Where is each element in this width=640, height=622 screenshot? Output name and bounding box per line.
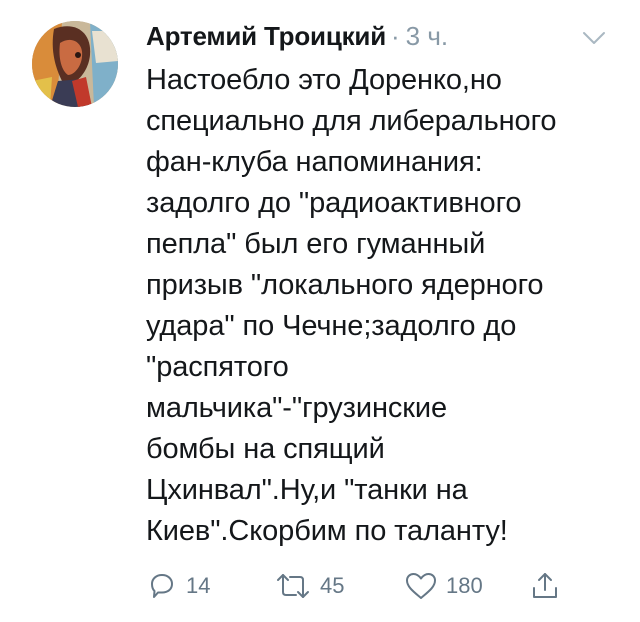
like-button[interactable]: 180 (404, 566, 483, 606)
avatar-image (32, 21, 118, 107)
retweet-count: 45 (320, 573, 345, 598)
share-icon (533, 573, 557, 598)
retweet-icon (277, 574, 309, 598)
reply-icon (151, 574, 173, 598)
heart-icon (406, 573, 436, 599)
avatar[interactable] (32, 21, 118, 107)
tweet-header: Артемий Троицкий · 3 ч. (146, 12, 616, 60)
share-button[interactable] (530, 566, 560, 606)
retweet-button[interactable]: 45 (274, 566, 344, 606)
author-name[interactable]: Артемий Троицкий (146, 21, 386, 52)
like-count: 180 (446, 573, 483, 598)
tweet-actions: 14 45 180 (146, 566, 586, 606)
tweet-content: Артемий Троицкий · 3 ч. Настоебло это До… (146, 12, 616, 552)
tweet-text: Настоебло это Доренко,но специально для … (146, 64, 557, 547)
reply-button[interactable]: 14 (146, 566, 210, 606)
tweet: Артемий Троицкий · 3 ч. Настоебло это До… (0, 0, 640, 622)
chevron-down-icon[interactable] (582, 30, 606, 46)
reply-count: 14 (186, 573, 211, 598)
timestamp[interactable]: 3 ч. (406, 21, 448, 52)
separator-dot: · (391, 20, 400, 51)
